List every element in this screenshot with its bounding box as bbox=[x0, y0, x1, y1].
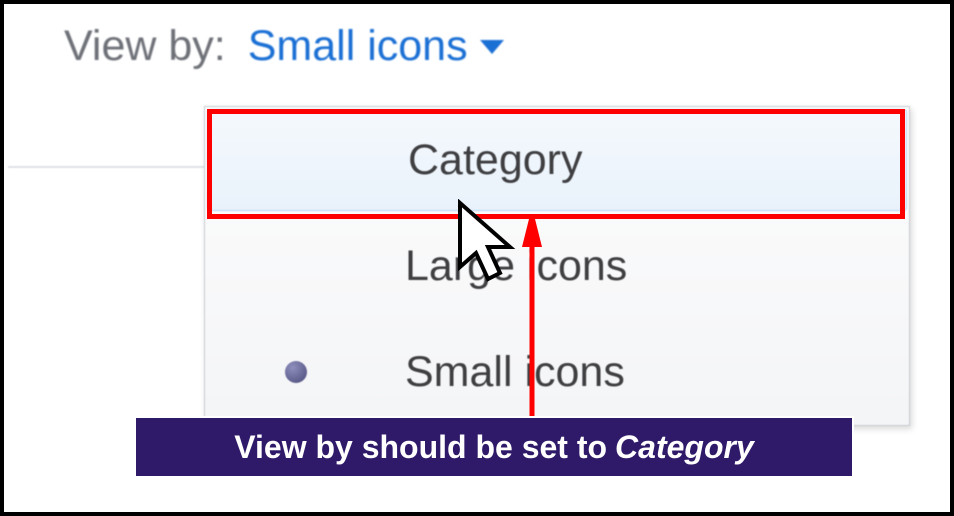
screenshot-frame: View by: Small icons Category Large icon… bbox=[0, 0, 954, 516]
caption-emphasis: Category bbox=[615, 429, 754, 466]
divider bbox=[8, 166, 206, 168]
view-by-label: View by: bbox=[64, 22, 226, 71]
view-by-dropdown-trigger[interactable]: Small icons bbox=[248, 22, 504, 71]
view-by-control: View by: Small icons bbox=[64, 22, 504, 71]
dropdown-item-label: Small icons bbox=[405, 348, 625, 397]
radio-selected-icon bbox=[285, 361, 307, 383]
view-by-value-text: Small icons bbox=[248, 22, 468, 71]
dropdown-item-label: Category bbox=[408, 136, 582, 185]
caption-text: View by should be set to bbox=[234, 429, 607, 466]
chevron-down-icon bbox=[480, 40, 504, 54]
dropdown-item-label: Large icons bbox=[405, 242, 627, 291]
view-by-dropdown-menu: Category Large icons Small icons bbox=[204, 106, 910, 426]
dropdown-item-category[interactable]: Category bbox=[207, 109, 907, 211]
dropdown-item-large-icons[interactable]: Large icons bbox=[205, 213, 909, 319]
annotation-caption: View by should be set to Category bbox=[134, 416, 854, 478]
dropdown-item-small-icons[interactable]: Small icons bbox=[205, 319, 909, 425]
